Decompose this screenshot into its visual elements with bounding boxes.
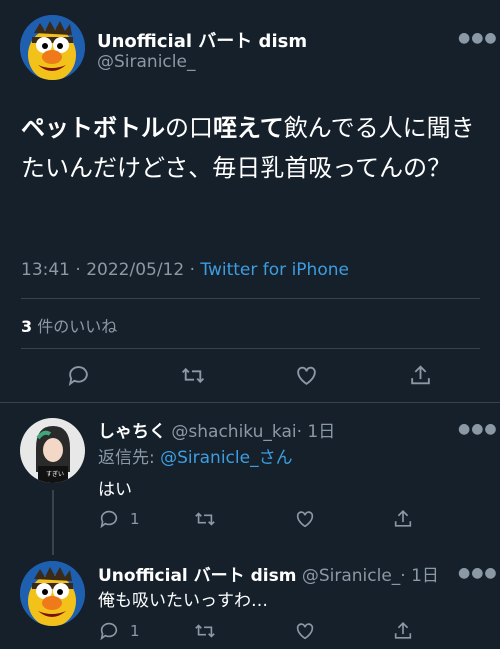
reply-text: はい: [98, 480, 132, 500]
timestamp-row: 13:41 · 2022/05/12 · Twitter for iPhone: [21, 260, 349, 280]
user-avatar-icon: すぎい: [20, 418, 85, 483]
likes-row[interactable]: 3 件のいいね: [21, 313, 117, 337]
like-icon[interactable]: [294, 363, 319, 388]
bert-avatar-icon: [20, 15, 85, 80]
handle[interactable]: @shachiku_kai: [171, 422, 296, 442]
share-icon[interactable]: [392, 619, 414, 642]
retweet-icon[interactable]: [180, 363, 206, 388]
avatar[interactable]: [20, 561, 85, 626]
display-name[interactable]: Unofficial バート dism: [98, 566, 296, 586]
avatar[interactable]: [20, 15, 85, 80]
handle[interactable]: @Siranicle_: [97, 52, 195, 72]
reply-button[interactable]: 1: [98, 508, 140, 530]
reply-header: Unofficial バート dism @Siranicle_· 1日: [98, 561, 439, 586]
tweet-text: ペットボトルの口咥えて飲んでる人に聞きたいんだけどさ、毎日乳首吸ってんの？: [21, 108, 481, 188]
like-icon[interactable]: [294, 620, 316, 642]
reply-time[interactable]: · 1日: [297, 422, 336, 442]
replying-to: 返信先: @Siranicle_さん: [98, 443, 293, 468]
avatar[interactable]: すぎい: [20, 418, 85, 483]
tweet-text-segment: の口: [165, 114, 213, 142]
tweet-text-bold: 咥えて: [213, 114, 284, 142]
timestamp[interactable]: 13:41 · 2022/05/12 ·: [21, 260, 200, 280]
share-icon[interactable]: [408, 362, 433, 388]
share-icon[interactable]: [392, 507, 414, 530]
reply-icon: [100, 510, 118, 529]
likes-count: 3: [21, 317, 33, 336]
source-link[interactable]: Twitter for iPhone: [200, 260, 349, 280]
divider: [0, 402, 500, 403]
divider: [21, 348, 480, 349]
display-name[interactable]: しゃちく: [98, 422, 166, 442]
divider: [21, 298, 480, 299]
tweet-text-bold: ペットボトル: [21, 114, 165, 142]
thread-line: [52, 490, 54, 555]
svg-text:すぎい: すぎい: [46, 470, 64, 478]
more-options-icon[interactable]: ●●●: [458, 30, 498, 46]
reply-time[interactable]: · 1日: [400, 566, 439, 586]
like-icon[interactable]: [294, 508, 316, 530]
display-name[interactable]: Unofficial バート dism: [97, 27, 307, 53]
more-options-icon[interactable]: ●●●: [458, 565, 498, 581]
reply-icon: [100, 622, 118, 641]
reply-count: 1: [130, 510, 140, 528]
likes-label: 件のいいね: [32, 317, 118, 336]
replying-label: 返信先:: [98, 448, 161, 468]
more-options-icon[interactable]: ●●●: [458, 421, 498, 437]
bert-avatar-icon: [20, 561, 85, 626]
reply-header: しゃちく @shachiku_kai· 1日: [98, 417, 335, 442]
handle[interactable]: @Siranicle_: [302, 566, 400, 586]
reply-text: 俺も吸いたいっすわ…: [98, 591, 268, 611]
retweet-icon[interactable]: [193, 508, 217, 530]
reply-icon[interactable]: [66, 363, 91, 388]
reply-button[interactable]: 1: [98, 620, 140, 642]
retweet-icon[interactable]: [193, 620, 217, 642]
replying-to-link[interactable]: @Siranicle_さん: [160, 448, 292, 468]
reply-count: 1: [130, 622, 140, 640]
